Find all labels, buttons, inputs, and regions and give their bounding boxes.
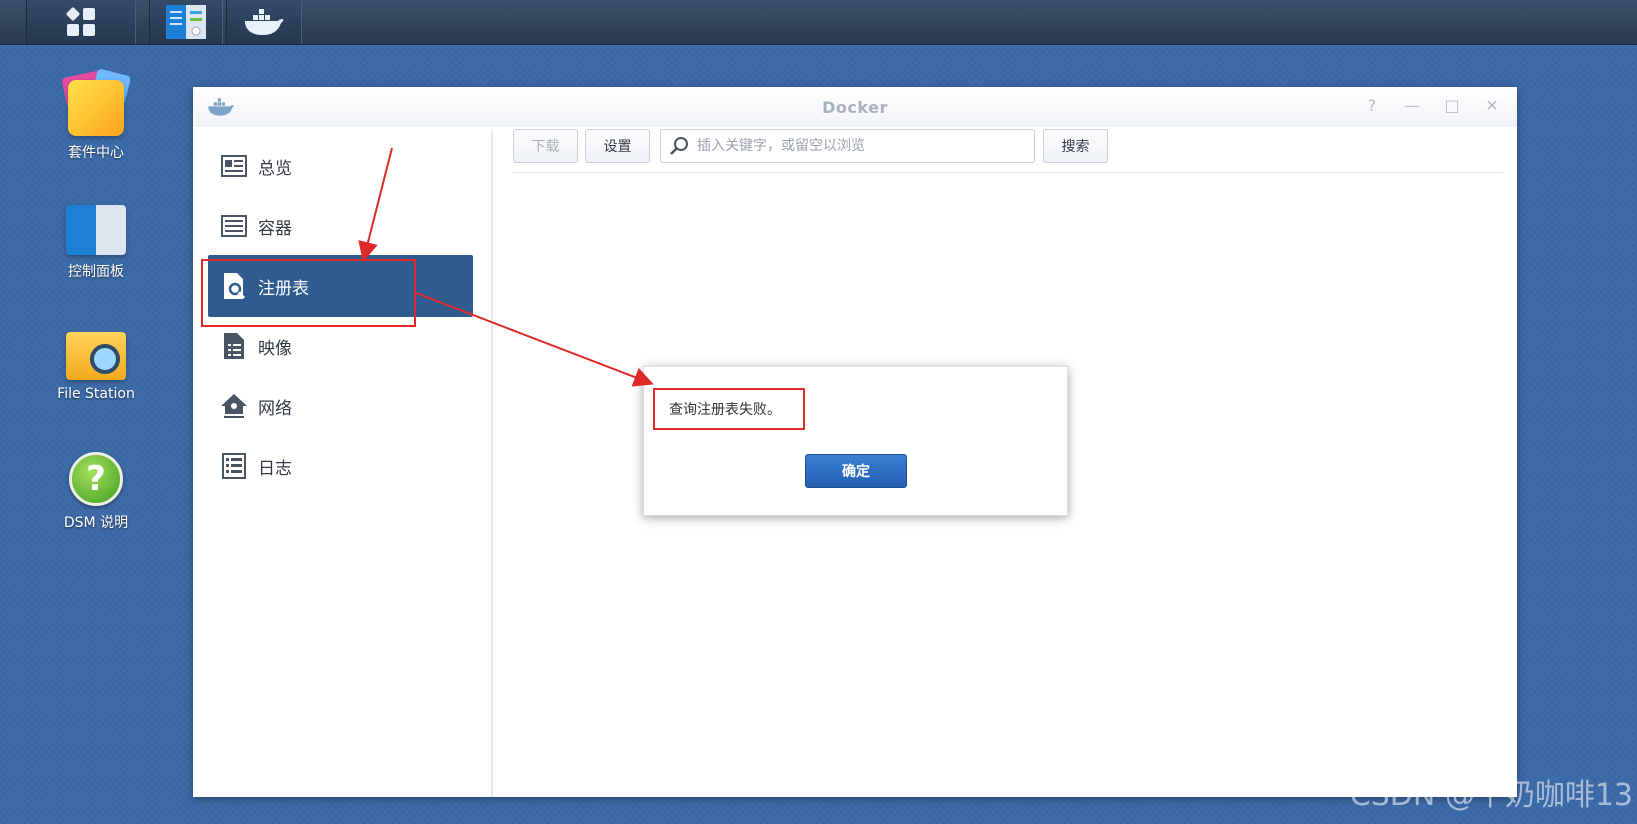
- annotation-arrow-down: [358, 147, 393, 262]
- annotation-arrow-to-dialog: [415, 292, 654, 387]
- annotation-arrows: [358, 147, 654, 387]
- watermark: CSDN @牛奶咖啡13: [1349, 778, 1633, 813]
